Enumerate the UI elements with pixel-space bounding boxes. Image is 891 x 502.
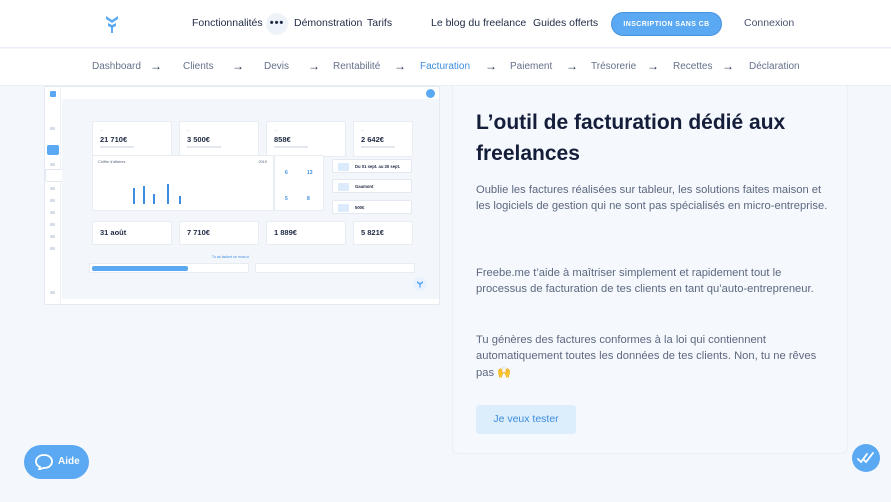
arrow-right-icon: →: [394, 59, 406, 73]
preview-dashboard-area: —21 710€ —3 500€ —858€ —2 642€ Chiffre d…: [62, 99, 439, 299]
preview-stat-card: —21 710€: [92, 121, 172, 157]
step-devis[interactable]: Devis: [264, 61, 289, 72]
step-paiement[interactable]: Paiement: [510, 61, 552, 72]
step-dashboard[interactable]: Dashboard: [92, 61, 141, 72]
help-button[interactable]: Aide: [24, 445, 89, 479]
step-clients[interactable]: Clients: [183, 61, 214, 72]
step-recettes[interactable]: Recettes: [673, 61, 712, 72]
arrow-right-icon: →: [566, 59, 578, 73]
app-preview-screenshot: —21 710€ —3 500€ —858€ —2 642€ Chiffre d…: [44, 86, 440, 305]
preview-progress-label: Tu as facturé ce mois-ci: [212, 255, 250, 259]
double-check-icon: [857, 452, 874, 464]
arrow-right-icon: →: [722, 59, 734, 73]
section-heading: L’outil de facturation dédié aux freelan…: [476, 111, 786, 165]
preview-stat-card: —2 642€: [353, 121, 413, 157]
chat-widget-button[interactable]: [852, 444, 880, 472]
nav-guides[interactable]: Guides offerts: [533, 17, 598, 29]
preview-kpi-block: 6 13 5 8: [274, 155, 324, 211]
chat-bubble-icon: [35, 454, 53, 470]
login-link[interactable]: Connexion: [744, 17, 794, 29]
feature-steps-bar: Dashboard → Clients → Devis → Rentabilit…: [0, 49, 891, 86]
preview-progress-track: [89, 263, 249, 273]
preview-freebe-icon: [413, 277, 427, 291]
step-declaration[interactable]: Déclaration: [749, 61, 800, 72]
top-navigation: Fonctionnalités ••• Démonstration Tarifs…: [0, 0, 891, 48]
try-button[interactable]: Je veux tester: [476, 405, 576, 434]
arrow-right-icon: →: [485, 59, 497, 73]
paragraph-1: Oublie les factures réalisées sur tableu…: [476, 184, 828, 213]
nav-demonstration[interactable]: Démonstration: [294, 17, 362, 29]
preview-stat-card: 7 710€: [179, 221, 259, 245]
arrow-right-icon: →: [150, 59, 162, 73]
nav-fonctionnalites[interactable]: Fonctionnalités: [192, 17, 263, 29]
preview-feed-item: Gaumont: [332, 179, 412, 193]
help-label: Aide: [58, 456, 80, 467]
preview-feed-item: Du 01 sept. au 30 sept.: [332, 159, 412, 173]
arrow-right-icon: →: [308, 59, 320, 73]
nav-more-button[interactable]: •••: [266, 13, 288, 35]
preview-stat-card: 31 août: [92, 221, 172, 245]
step-rentabilite[interactable]: Rentabilité: [333, 61, 380, 72]
preview-avatar: [426, 89, 435, 98]
preview-sidebar: [45, 87, 61, 304]
nav-blog[interactable]: Le blog du freelance: [431, 17, 526, 29]
signup-button[interactable]: INSCRIPTION SANS CB: [611, 12, 722, 36]
preview-stat-card: 5 821€: [353, 221, 413, 245]
preview-stat-card: —858€: [266, 121, 346, 157]
preview-stat-card: 1 889€: [266, 221, 346, 245]
arrow-right-icon: →: [647, 59, 659, 73]
nav-tarifs[interactable]: Tarifs: [367, 17, 392, 29]
preview-revenue-chart: Chiffre d'affaires 2019: [92, 155, 274, 211]
step-tresorerie[interactable]: Trésorerie: [591, 61, 636, 72]
preview-stat-card: —3 500€: [179, 121, 259, 157]
paragraph-2: Freebe.me t’aide à maîtriser simplement …: [476, 267, 814, 296]
arrow-right-icon: →: [232, 59, 244, 73]
paragraph-3: Tu génères des factures conformes à la l…: [476, 334, 817, 379]
step-facturation[interactable]: Facturation: [420, 61, 470, 72]
preview-feed-item: 500€: [332, 200, 412, 214]
preview-progress-track: [255, 263, 415, 273]
freebe-logo-icon[interactable]: [104, 14, 120, 34]
